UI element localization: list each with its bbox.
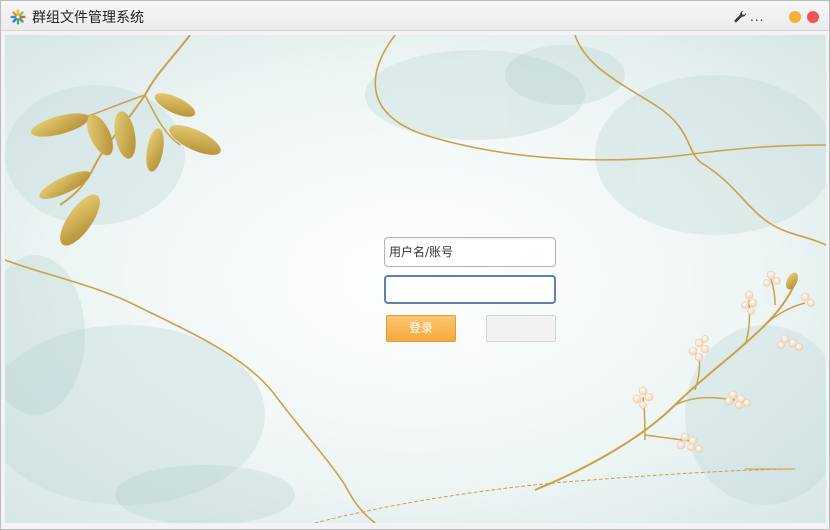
password-input[interactable] [384, 275, 556, 304]
login-button[interactable]: 登录 [386, 315, 456, 342]
app-window: 群组文件管理系统 ... 用户名/账号 登录 注册 [0, 0, 830, 530]
username-input[interactable] [384, 237, 556, 267]
login-background: 登录 注册 [5, 35, 826, 523]
close-button[interactable] [807, 11, 819, 23]
app-pinwheel-icon [10, 9, 26, 25]
title-bar: 群组文件管理系统 ... [1, 1, 829, 31]
minimize-button[interactable] [789, 11, 801, 23]
register-button[interactable]: 注册 [486, 315, 556, 342]
settings-dots: ... [750, 10, 765, 24]
settings-button[interactable]: ... [734, 9, 774, 25]
window-title: 群组文件管理系统 [32, 10, 144, 26]
wrench-icon [734, 10, 747, 23]
